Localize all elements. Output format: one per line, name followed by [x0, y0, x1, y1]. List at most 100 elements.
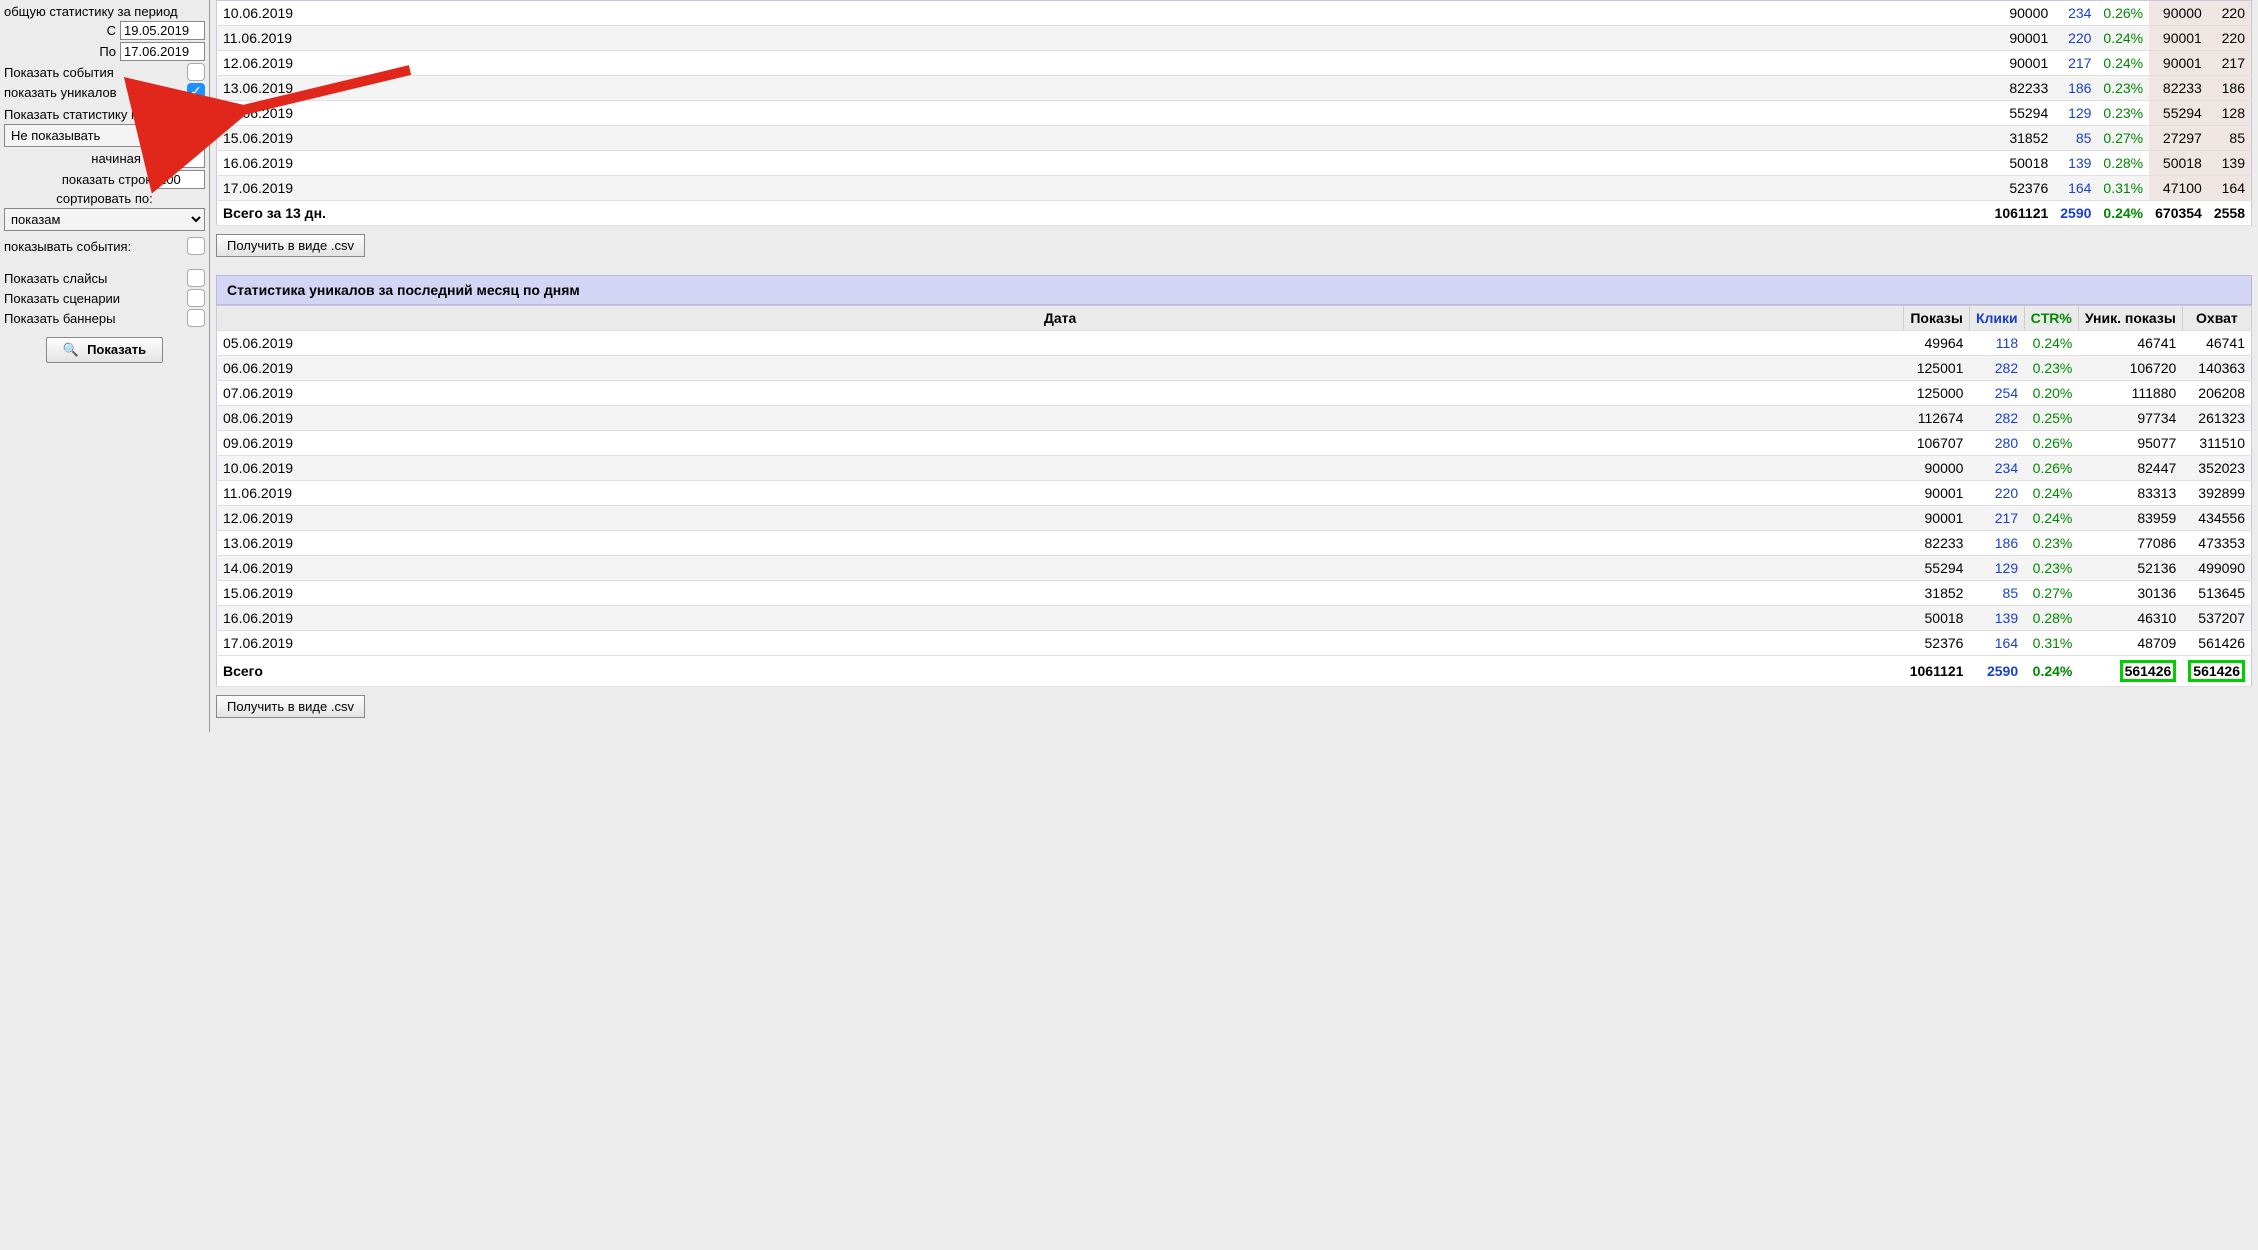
cell-date: Всего: [217, 656, 1904, 687]
cell-ctr: 0.26%: [2097, 1, 2149, 26]
cell-ctr: 0.23%: [2024, 531, 2078, 556]
cell-shows: 90001: [1989, 26, 2055, 51]
cell-clicks: 254: [1969, 381, 2024, 406]
show-events-label: Показать события: [4, 65, 114, 80]
table-row: 12.06.2019900012170.24%90001217: [217, 51, 2252, 76]
cell-uniq1: 90000: [2149, 1, 2208, 26]
cell-shows: 90000: [1989, 1, 2055, 26]
cell-ctr: 0.31%: [2024, 631, 2078, 656]
daily-stats-table: 10.06.2019900002340.26%9000022011.06.201…: [216, 0, 2252, 226]
cell-uniq1: 55294: [2149, 101, 2208, 126]
cell-date: 13.06.2019: [217, 76, 1989, 101]
cell-clicks: 220: [1969, 481, 2024, 506]
cell-uniq1: 47100: [2149, 176, 2208, 201]
cell-unique-shows: 561426: [2078, 656, 2182, 687]
date-to-input[interactable]: [120, 42, 205, 61]
cell-unique-shows: 52136: [2078, 556, 2182, 581]
cell-reach: 311510: [2182, 431, 2251, 456]
cell-ctr: 0.23%: [2024, 556, 2078, 581]
cell-uniq2: 220: [2208, 1, 2252, 26]
export-csv-button-1[interactable]: Получить в виде .csv: [216, 234, 365, 257]
cell-ctr: 0.24%: [2024, 331, 2078, 356]
cell-reach: 561426: [2182, 631, 2251, 656]
cell-clicks: 2590: [1969, 656, 2024, 687]
rows-input[interactable]: [155, 170, 205, 189]
cell-clicks: 139: [1969, 606, 2024, 631]
cell-ctr: 0.31%: [2097, 176, 2149, 201]
cell-date: 11.06.2019: [217, 26, 1989, 51]
cell-date: 17.06.2019: [217, 176, 1989, 201]
cell-uniq2: 217: [2208, 51, 2252, 76]
table-row: 12.06.2019900012170.24%83959434556: [217, 506, 2252, 531]
cell-ctr: 0.24%: [2097, 26, 2149, 51]
cell-clicks: 164: [2054, 176, 2097, 201]
cell-shows: 1061121: [1904, 656, 1970, 687]
cell-shows: 82233: [1989, 76, 2055, 101]
table-row: 16.06.2019500181390.28%50018139: [217, 151, 2252, 176]
cell-uniq1: 90001: [2149, 51, 2208, 76]
show-slices-checkbox[interactable]: [187, 269, 205, 287]
filter-sidebar: общую статистику за период С По Показать…: [0, 0, 210, 732]
show-uniques-checkbox[interactable]: [187, 83, 205, 101]
table-row: 17.06.2019523761640.31%48709561426: [217, 631, 2252, 656]
cell-clicks: 280: [1969, 431, 2024, 456]
cell-date: 10.06.2019: [217, 456, 1904, 481]
cell-uniq2: 128: [2208, 101, 2252, 126]
table-row: 11.06.2019900012200.24%83313392899: [217, 481, 2252, 506]
date-from-input[interactable]: [120, 21, 205, 40]
cell-uniq1: 670354: [2149, 201, 2208, 226]
cell-ctr: 0.24%: [2097, 51, 2149, 76]
cell-shows: 112674: [1904, 406, 1970, 431]
search-icon: 🔍: [63, 342, 79, 357]
cell-ctr: 0.23%: [2097, 101, 2149, 126]
table-row: 14.06.2019552941290.23%55294128: [217, 101, 2252, 126]
cell-clicks: 85: [2054, 126, 2097, 151]
show-events2-checkbox[interactable]: [187, 237, 205, 255]
table-row: 06.06.20191250012820.23%106720140363: [217, 356, 2252, 381]
sort-select[interactable]: показам: [4, 208, 205, 231]
cell-reach: 473353: [2182, 531, 2251, 556]
cell-ctr: 0.26%: [2024, 431, 2078, 456]
col-reach: Охват: [2182, 306, 2251, 331]
col-ctr: CTR%: [2024, 306, 2078, 331]
sites-select[interactable]: Не показывать: [4, 124, 205, 147]
cell-unique-shows: 95077: [2078, 431, 2182, 456]
cell-reach: 537207: [2182, 606, 2251, 631]
table-row: 09.06.20191067072800.26%95077311510: [217, 431, 2252, 456]
cell-ctr: 0.24%: [2024, 506, 2078, 531]
cell-clicks: 217: [2054, 51, 2097, 76]
table-row: 10.06.2019900002340.26%90000220: [217, 1, 2252, 26]
to-label: По: [99, 44, 116, 59]
show-button[interactable]: 🔍Показать: [46, 337, 163, 363]
cell-reach: 499090: [2182, 556, 2251, 581]
main-content: 10.06.2019900002340.26%9000022011.06.201…: [210, 0, 2258, 732]
cell-clicks: 118: [1969, 331, 2024, 356]
show-scenarios-checkbox[interactable]: [187, 289, 205, 307]
uniques-section-title: Статистика уникалов за последний месяц п…: [216, 275, 2252, 305]
export-csv-button-2[interactable]: Получить в виде .csv: [216, 695, 365, 718]
cell-unique-shows: 46310: [2078, 606, 2182, 631]
col-shows: Показы: [1904, 306, 1970, 331]
starting-input[interactable]: [155, 149, 205, 168]
cell-clicks: 282: [1969, 356, 2024, 381]
cell-shows: 90000: [1904, 456, 1970, 481]
cell-reach: 392899: [2182, 481, 2251, 506]
show-banners-checkbox[interactable]: [187, 309, 205, 327]
cell-uniq2: 85: [2208, 126, 2252, 151]
show-events-checkbox[interactable]: [187, 63, 205, 81]
cell-clicks: 139: [2054, 151, 2097, 176]
cell-unique-shows: 83959: [2078, 506, 2182, 531]
table-row: 15.06.201931852850.27%30136513645: [217, 581, 2252, 606]
period-label: общую статистику за период: [4, 4, 205, 19]
cell-date: 17.06.2019: [217, 631, 1904, 656]
cell-uniq1: 82233: [2149, 76, 2208, 101]
show-scenarios-label: Показать сценарии: [4, 291, 120, 306]
cell-shows: 50018: [1989, 151, 2055, 176]
table-row: 11.06.2019900012200.24%90001220: [217, 26, 2252, 51]
table-row: 16.06.2019500181390.28%46310537207: [217, 606, 2252, 631]
sites-heading: Показать статистику по сайтам:: [4, 107, 205, 122]
cell-date: 15.06.2019: [217, 581, 1904, 606]
cell-date: 14.06.2019: [217, 101, 1989, 126]
cell-clicks: 234: [1969, 456, 2024, 481]
cell-unique-shows: 106720: [2078, 356, 2182, 381]
